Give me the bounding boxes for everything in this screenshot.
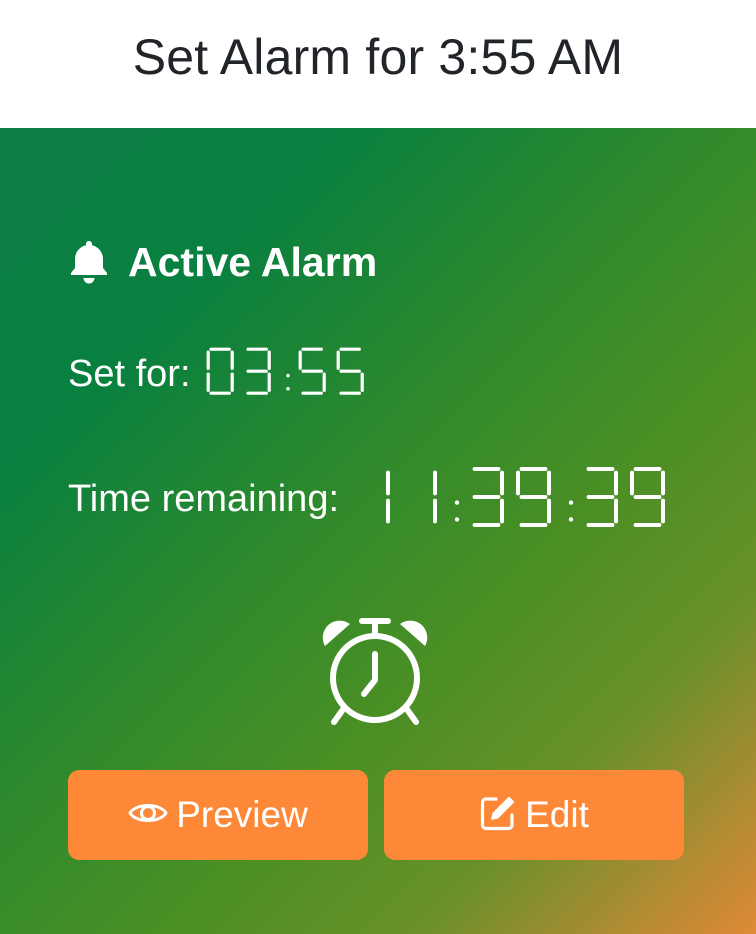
time-digit: [335, 346, 372, 401]
bell-icon: [68, 239, 110, 285]
time-digit: [514, 465, 561, 534]
time-digit: [581, 465, 628, 534]
eye-icon: [128, 799, 168, 832]
set-for-label: Set for:: [68, 352, 191, 395]
time-colon: [561, 465, 581, 534]
page-header: Set Alarm for 3:55 AM: [0, 0, 756, 128]
preview-button[interactable]: Preview: [68, 770, 368, 860]
active-alarm-card: Active Alarm Set for: Time remaining: Pr…: [0, 128, 756, 934]
time-digit: [205, 346, 242, 401]
edit-icon: [479, 794, 517, 837]
preview-button-label: Preview: [176, 794, 308, 835]
time-remaining-label: Time remaining:: [68, 477, 340, 520]
page-title: Set Alarm for 3:55 AM: [132, 29, 624, 85]
alarm-card-heading: Active Alarm: [68, 236, 377, 288]
time-digit: [467, 465, 514, 534]
time-remaining-value: [353, 465, 675, 534]
set-for-row: Set for:: [68, 346, 372, 402]
edit-button[interactable]: Edit: [384, 770, 684, 860]
time-digit: [242, 346, 279, 401]
time-digit: [353, 465, 400, 534]
time-digit: [628, 465, 675, 534]
time-digit: [297, 346, 334, 401]
alarm-clock-icon: [320, 616, 430, 728]
time-colon: [447, 465, 467, 534]
time-digit: [400, 465, 447, 534]
time-remaining-row: Time remaining:: [68, 466, 675, 532]
time-colon: [279, 346, 297, 401]
set-for-time: [205, 346, 373, 401]
alarm-title: Active Alarm: [128, 238, 378, 285]
edit-button-label: Edit: [525, 794, 589, 835]
